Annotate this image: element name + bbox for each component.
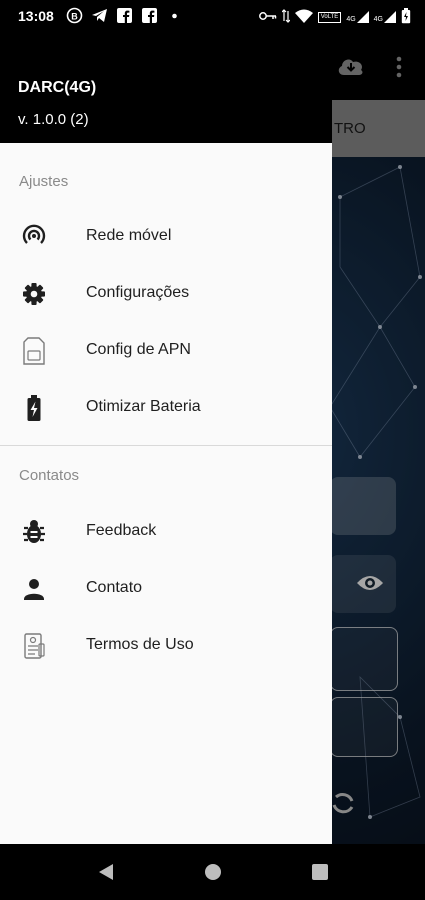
app-title: DARC(4G): [18, 79, 97, 96]
navigation-drawer: DARC(4G) v. 1.0.0 (2) Ajustes Rede móvel…: [0, 33, 332, 844]
menu-item-configuracoes[interactable]: Configurações: [0, 266, 332, 322]
svg-text:B: B: [71, 11, 78, 21]
data-arrows-icon: [281, 9, 291, 25]
nav-recent-apps-icon[interactable]: [311, 863, 329, 881]
menu-item-label: Feedback: [86, 522, 157, 539]
app-version: v. 1.0.0 (2): [18, 111, 89, 128]
menu-item-label: Otimizar Bateria: [86, 398, 201, 415]
system-navigation-bar: [0, 844, 425, 900]
nav-back-icon[interactable]: [97, 863, 115, 881]
telegram-icon: [91, 7, 108, 24]
cell-tower-icon: [21, 223, 47, 251]
vpn-icon: [258, 10, 277, 24]
battery-charging-icon: [21, 394, 47, 422]
menu-item-feedback[interactable]: Feedback: [0, 504, 332, 560]
section-label-ajustes: Ajustes: [19, 173, 69, 190]
bug-icon: [21, 518, 47, 546]
section-label-contatos: Contatos: [19, 467, 80, 484]
menu-item-label: Rede móvel: [86, 227, 172, 244]
menu-item-label: Configurações: [86, 284, 190, 301]
dot-icon: [166, 7, 183, 24]
menu-item-contato[interactable]: Contato: [0, 561, 332, 617]
menu-item-rede-movel[interactable]: Rede móvel: [0, 209, 332, 265]
wifi-icon: [294, 9, 313, 25]
signal-4g-icon: 4G: [346, 11, 369, 23]
network-type-label: 4G: [346, 16, 356, 23]
sim-card-icon: [21, 337, 47, 365]
facebook-icon: [116, 7, 133, 24]
menu-item-config-apn[interactable]: Config de APN: [0, 323, 332, 379]
battery-icon: [401, 8, 411, 26]
network-type-label: 4G: [373, 16, 383, 23]
system-status-icons: VoLTE 4G 4G: [258, 8, 411, 26]
section-divider: [0, 445, 332, 446]
status-time: 13:08: [18, 8, 54, 24]
volte-icon: VoLTE: [317, 11, 342, 23]
gear-icon: [21, 280, 47, 308]
menu-item-label: Termos de Uso: [86, 636, 194, 653]
signal-4g-icon: 4G: [374, 11, 396, 23]
menu-item-label: Contato: [86, 579, 143, 596]
drawer-header: DARC(4G) v. 1.0.0 (2): [0, 33, 332, 143]
status-bar: 13:08 B VoLTE 4G 4G: [0, 0, 425, 33]
facebook-icon: [141, 7, 158, 24]
menu-item-otimizar-bateria[interactable]: Otimizar Bateria: [0, 380, 332, 436]
menu-item-termos-de-uso[interactable]: Termos de Uso: [0, 618, 332, 674]
nav-home-icon[interactable]: [204, 863, 222, 881]
person-icon: [21, 575, 47, 603]
menu-item-label: Config de APN: [86, 341, 191, 358]
notification-icons: B: [66, 7, 183, 24]
terms-document-icon: [21, 632, 47, 660]
b-circle-icon: B: [66, 7, 83, 24]
